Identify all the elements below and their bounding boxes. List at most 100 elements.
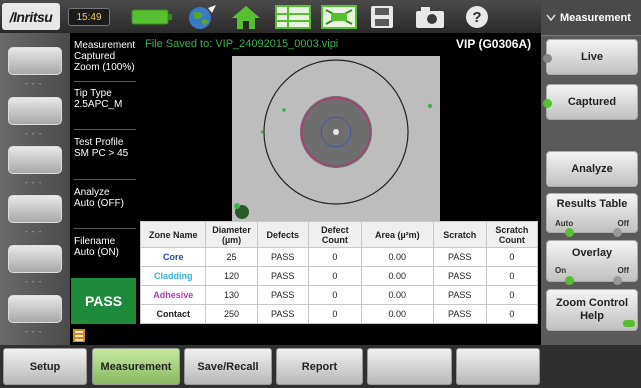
scratch-cell: PASS bbox=[432, 285, 487, 305]
divider bbox=[74, 228, 136, 229]
scratch-count-cell: 0 bbox=[485, 285, 539, 305]
measurement-info: Measurement Captured Zoom (100%) bbox=[74, 40, 136, 73]
captured-indicator bbox=[543, 99, 552, 108]
column-header: Scratch bbox=[432, 221, 487, 248]
measurement-label: Measurement bbox=[74, 40, 136, 51]
scratch-count-cell: 0 bbox=[485, 304, 539, 324]
analyze-button[interactable]: Analyze bbox=[546, 151, 638, 187]
overlay-on-led bbox=[565, 276, 574, 285]
zoom-control-help-button[interactable]: Zoom Control Help bbox=[546, 289, 638, 331]
test-profile-info: Test Profile SM PC > 45 bbox=[74, 137, 136, 159]
test-profile-label: Test Profile bbox=[74, 137, 124, 148]
filename-label: Filename bbox=[74, 236, 116, 247]
left-softkey-bar: - - - - - - - - - - - - - - - - - - bbox=[0, 33, 70, 345]
setup-button[interactable]: Setup bbox=[3, 348, 87, 385]
overlay-label: Overlay bbox=[571, 247, 613, 259]
fiber-endface-drawing bbox=[232, 56, 440, 222]
grid-view-icon[interactable] bbox=[274, 4, 312, 30]
results-table-toggle[interactable]: Results Table Auto Off bbox=[546, 193, 638, 237]
side-softkey-1[interactable] bbox=[8, 47, 62, 75]
scratch-cell: PASS bbox=[432, 266, 487, 286]
report-button[interactable]: Report bbox=[276, 348, 363, 385]
results-table-off-option: Off bbox=[617, 219, 629, 228]
side-softkey-6[interactable] bbox=[8, 295, 62, 323]
scratch-count-cell: 0 bbox=[485, 266, 539, 286]
zone-name-cell: Contact bbox=[139, 304, 207, 324]
captured-label: Captured bbox=[567, 96, 617, 108]
side-softkey-1-label: - - - bbox=[25, 79, 43, 88]
diameter-cell: 130 bbox=[205, 285, 258, 305]
divider bbox=[74, 81, 136, 82]
results-table-label: Results Table bbox=[556, 198, 628, 210]
column-header: Defects bbox=[256, 221, 309, 248]
fiber-endface-image[interactable] bbox=[232, 56, 440, 222]
overlay-toggle[interactable]: Overlay On Off bbox=[546, 240, 638, 285]
defects-cell: PASS bbox=[256, 247, 309, 267]
results-table-off-led bbox=[613, 228, 622, 237]
side-softkey-2[interactable] bbox=[8, 97, 62, 125]
scratch-count-cell: 0 bbox=[485, 247, 539, 267]
diameter-cell: 25 bbox=[205, 247, 258, 267]
zoom-control-label: Zoom Control bbox=[555, 297, 629, 309]
more-indicator-icon bbox=[623, 320, 635, 327]
analyze-value: Auto (OFF) bbox=[74, 198, 125, 209]
tip-type-label: Tip Type bbox=[74, 88, 112, 99]
table-row: Contact 250 PASS 0 0.00 PASS 0 bbox=[139, 304, 539, 324]
side-softkey-3-label: - - - bbox=[25, 178, 43, 187]
tools-icon[interactable] bbox=[72, 328, 86, 343]
side-softkey-5-label: - - - bbox=[25, 277, 43, 286]
defect-count-cell: 0 bbox=[307, 285, 363, 305]
test-profile-value: SM PC > 45 bbox=[74, 148, 129, 159]
results-table: Zone Name Diameter (µm) Defects Defect C… bbox=[139, 221, 539, 324]
live-label: Live bbox=[580, 51, 603, 63]
measurement-mode: Captured bbox=[74, 51, 116, 62]
zone-name-cell: Core bbox=[139, 247, 207, 267]
defect-count-cell: 0 bbox=[307, 247, 363, 267]
column-header: Defect Count bbox=[307, 221, 363, 248]
table-row: Cladding 120 PASS 0 0.00 PASS 0 bbox=[139, 266, 539, 286]
empty-softkey-1[interactable] bbox=[367, 348, 452, 385]
column-header: Zone Name bbox=[139, 221, 207, 248]
camera-icon[interactable] bbox=[412, 4, 448, 30]
side-softkey-3[interactable] bbox=[8, 146, 62, 174]
defects-cell: PASS bbox=[256, 266, 309, 286]
side-softkey-4-label: - - - bbox=[25, 227, 43, 236]
battery-icon[interactable] bbox=[130, 4, 174, 30]
zone-name-cell: Cladding bbox=[139, 266, 207, 286]
area-cell: 0.00 bbox=[361, 247, 434, 267]
save-icon[interactable] bbox=[366, 4, 400, 30]
tip-type-value: 2.5APC_M bbox=[74, 99, 123, 110]
captured-button[interactable]: Captured bbox=[543, 84, 638, 120]
clock-display: 15:49 bbox=[68, 8, 110, 26]
area-cell: 0.00 bbox=[361, 285, 434, 305]
divider bbox=[74, 129, 136, 130]
help-icon[interactable]: ? bbox=[460, 4, 494, 30]
live-button[interactable]: Live bbox=[543, 39, 638, 75]
table-header-row: Zone Name Diameter (µm) Defects Defect C… bbox=[139, 221, 539, 248]
overall-result-badge: PASS bbox=[71, 278, 136, 324]
chevron-down-icon bbox=[546, 14, 556, 22]
side-softkey-4[interactable] bbox=[8, 195, 62, 223]
fit-screen-icon[interactable] bbox=[320, 4, 358, 30]
overlay-options: On Off bbox=[547, 266, 637, 275]
save-recall-button[interactable]: Save/Recall bbox=[184, 348, 272, 385]
measurement-menu-header: Measurement bbox=[541, 0, 641, 36]
empty-softkey-2[interactable] bbox=[456, 348, 540, 385]
globe-icon[interactable] bbox=[184, 4, 220, 30]
divider bbox=[74, 179, 136, 180]
table-row: Core 25 PASS 0 0.00 PASS 0 bbox=[139, 247, 539, 267]
area-cell: 0.00 bbox=[361, 304, 434, 324]
live-indicator bbox=[543, 54, 552, 63]
measurement-button[interactable]: Measurement bbox=[92, 348, 180, 385]
defects-cell: PASS bbox=[256, 304, 309, 324]
side-softkey-5[interactable] bbox=[8, 245, 62, 273]
home-icon[interactable] bbox=[228, 4, 264, 30]
brand-logo: /Inritsu bbox=[2, 3, 60, 30]
table-row: Adhesive 130 PASS 0 0.00 PASS 0 bbox=[139, 285, 539, 305]
svg-text:?: ? bbox=[472, 9, 481, 26]
defect-count-cell: 0 bbox=[307, 266, 363, 286]
column-header: Diameter (µm) bbox=[205, 221, 258, 248]
overlay-off-led bbox=[613, 276, 622, 285]
analyze-label: Analyze bbox=[74, 187, 110, 198]
status-message: File Saved to: VIP_24092015_0003.vipi bbox=[145, 38, 339, 50]
